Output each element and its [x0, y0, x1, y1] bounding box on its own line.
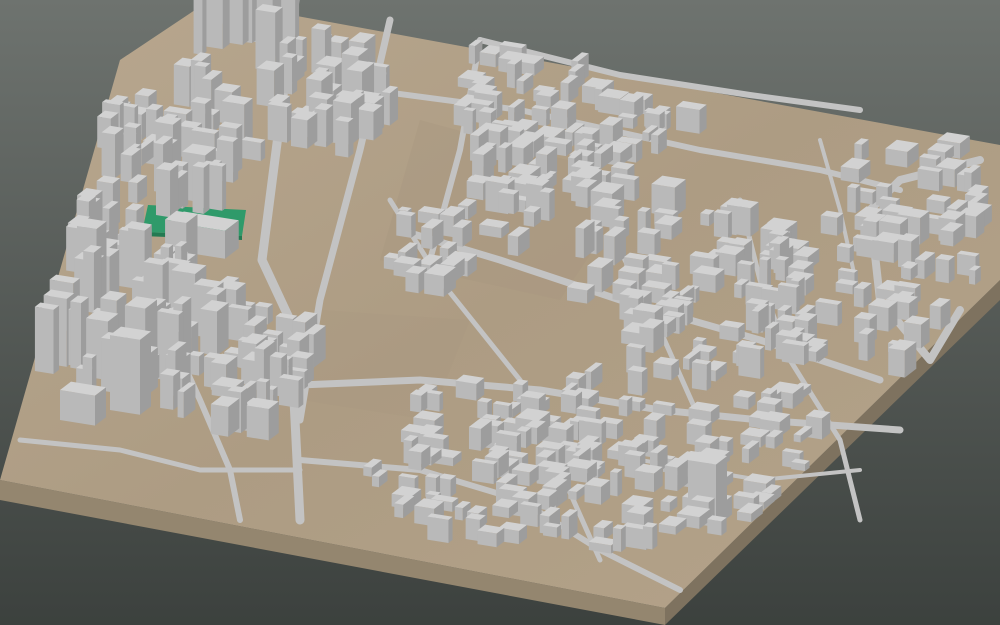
building-block-icon	[34, 302, 60, 374]
building-block-icon	[335, 116, 354, 158]
building-block-icon	[837, 242, 854, 263]
building-block-icon	[691, 358, 712, 391]
building-block-icon	[858, 327, 875, 362]
building-block-icon	[847, 183, 861, 213]
building-block-icon	[228, 0, 249, 46]
building-block-icon	[427, 513, 453, 543]
building-block-icon	[700, 209, 715, 227]
building-block-icon	[110, 326, 151, 415]
building-block-icon	[155, 162, 179, 218]
building-block-icon	[791, 458, 810, 472]
building-block-icon	[719, 320, 745, 342]
building-block-icon	[200, 300, 229, 356]
building-block-icon	[917, 165, 943, 192]
building-block-icon	[707, 515, 727, 536]
building-block-icon	[498, 188, 519, 215]
building-block-icon	[781, 339, 809, 366]
building-block-icon	[101, 125, 124, 178]
building-block-icon	[653, 356, 680, 381]
building-block-icon	[357, 102, 383, 141]
building-block-icon	[543, 522, 562, 538]
building-block-icon	[267, 100, 292, 143]
building-block-icon	[282, 52, 298, 95]
building-block-icon	[584, 477, 611, 505]
building-block-icon	[396, 210, 416, 238]
building-block-icon	[160, 368, 181, 410]
building-block-icon	[820, 210, 844, 236]
building-block-icon	[888, 339, 917, 378]
building-block-icon	[539, 187, 555, 222]
building-block-icon	[498, 142, 513, 173]
building-block-icon	[241, 136, 266, 162]
building-block-icon	[60, 381, 106, 426]
building-block-icon	[477, 524, 505, 548]
building-block-icon	[455, 374, 485, 401]
building-block-icon	[463, 107, 477, 135]
building-block-icon	[246, 397, 279, 441]
building-block-icon	[405, 265, 427, 294]
building-block-icon	[520, 501, 542, 528]
building-block-icon	[479, 218, 510, 239]
city-model-scene[interactable]	[0, 0, 1000, 625]
building-block-icon	[210, 395, 240, 437]
building-block-icon	[759, 256, 771, 288]
building-block-icon	[193, 0, 207, 55]
building-block-icon	[472, 458, 498, 485]
building-block-icon	[627, 365, 648, 396]
building-block-icon	[642, 522, 658, 550]
building-block-icon	[438, 473, 457, 498]
building-block-icon	[935, 254, 955, 284]
map-viewport[interactable]	[0, 0, 1000, 625]
building-block-icon	[381, 85, 399, 126]
building-block-icon	[410, 389, 428, 413]
building-block-icon	[192, 161, 210, 214]
building-block-icon	[279, 373, 304, 409]
building-block-icon	[713, 209, 732, 239]
building-block-icon	[610, 468, 623, 497]
building-block-icon	[618, 395, 633, 417]
building-block-icon	[612, 524, 626, 552]
building-block-icon	[637, 227, 661, 256]
building-block-icon	[676, 100, 707, 134]
building-block-icon	[815, 297, 843, 327]
building-block-icon	[290, 110, 318, 149]
building-block-icon	[733, 389, 756, 410]
building-block-icon	[567, 281, 595, 304]
building-block-icon	[188, 350, 205, 376]
building-block-icon	[634, 463, 663, 493]
building-block-icon	[738, 343, 765, 379]
